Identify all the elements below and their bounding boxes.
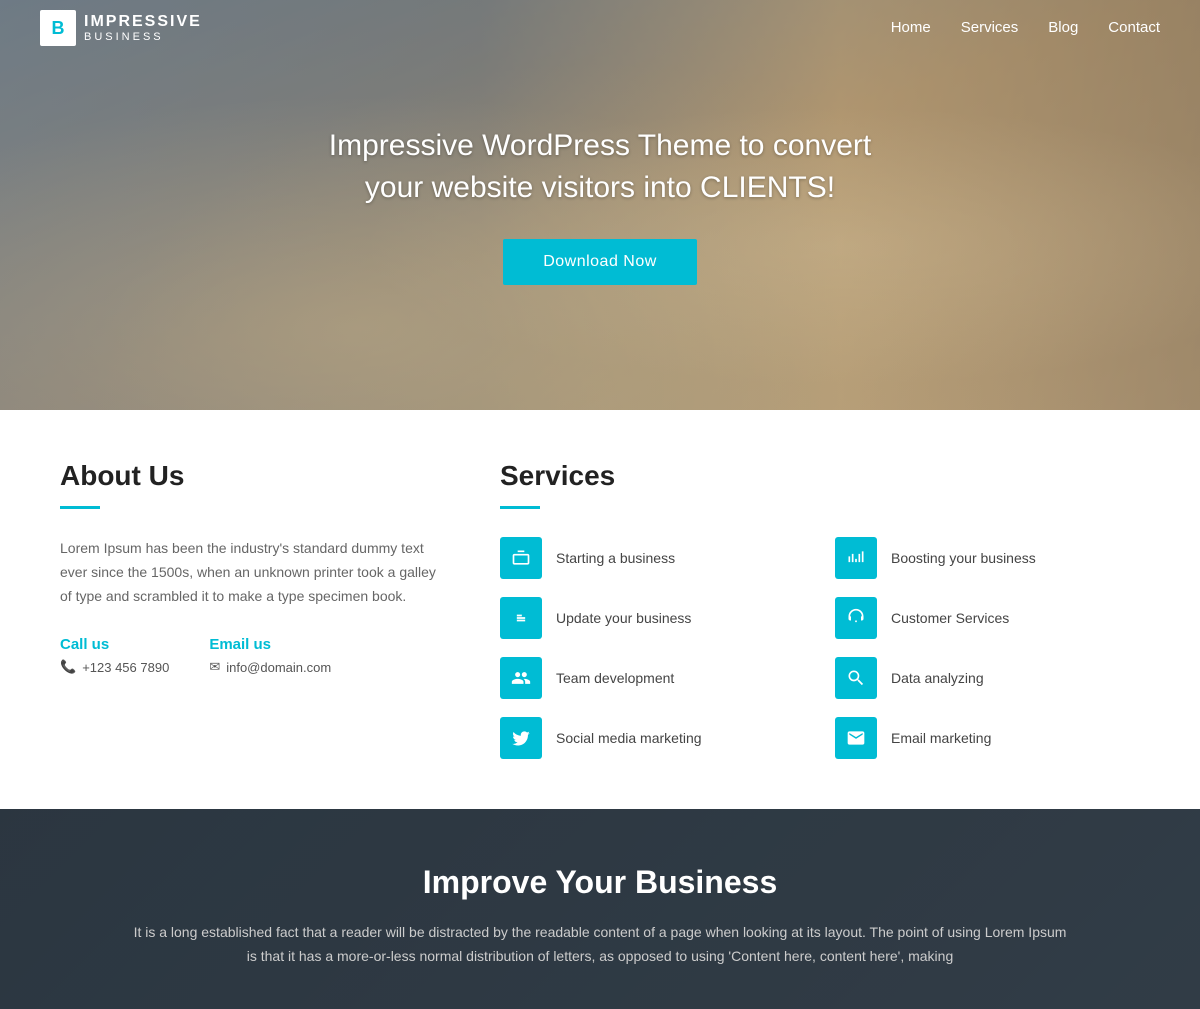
about-body: Lorem Ipsum has been the industry's stan… bbox=[60, 537, 440, 608]
call-block: Call us 📞 +123 456 7890 bbox=[60, 636, 169, 675]
email-block: Email us ✉ info@domain.com bbox=[209, 636, 331, 675]
cta-title: Improve Your Business bbox=[60, 864, 1140, 901]
services-title: Services bbox=[500, 460, 1140, 492]
services-column: Services Starting a business Boosting yo… bbox=[500, 460, 1140, 759]
logo-icon: B bbox=[40, 10, 76, 46]
email-detail: ✉ info@domain.com bbox=[209, 659, 331, 675]
logo: B IMPRESSIVE BUSINESS bbox=[40, 10, 202, 46]
services-underline bbox=[500, 506, 540, 509]
download-now-button[interactable]: Download Now bbox=[503, 239, 697, 285]
about-column: About Us Lorem Ipsum has been the indust… bbox=[60, 460, 440, 759]
logo-text: IMPRESSIVE BUSINESS bbox=[84, 13, 202, 43]
email-label[interactable]: Email us bbox=[209, 636, 331, 653]
service-label-starting: Starting a business bbox=[556, 550, 675, 566]
nav-home[interactable]: Home bbox=[891, 19, 931, 36]
nav-services[interactable]: Services bbox=[961, 19, 1019, 36]
main-nav: B IMPRESSIVE BUSINESS Home Services Blog… bbox=[0, 0, 1200, 56]
service-item-customer[interactable]: Customer Services bbox=[835, 597, 1140, 639]
service-icon-starting bbox=[500, 537, 542, 579]
service-icon-social bbox=[500, 717, 542, 759]
service-label-update: Update your business bbox=[556, 610, 691, 626]
service-icon-boosting bbox=[835, 537, 877, 579]
call-detail: 📞 +123 456 7890 bbox=[60, 659, 169, 675]
service-label-customer: Customer Services bbox=[891, 610, 1009, 626]
service-item-update[interactable]: Update your business bbox=[500, 597, 805, 639]
contact-row: Call us 📞 +123 456 7890 Email us ✉ info@… bbox=[60, 636, 440, 675]
envelope-icon: ✉ bbox=[209, 659, 220, 675]
about-underline bbox=[60, 506, 100, 509]
service-item-boosting[interactable]: Boosting your business bbox=[835, 537, 1140, 579]
hero-content: Impressive WordPress Theme to convert yo… bbox=[309, 105, 891, 305]
nav-contact[interactable]: Contact bbox=[1108, 19, 1160, 36]
call-label[interactable]: Call us bbox=[60, 636, 169, 653]
cta-text: It is a long established fact that a rea… bbox=[130, 921, 1070, 969]
hero-title: Impressive WordPress Theme to convert yo… bbox=[329, 125, 871, 209]
services-grid: Starting a business Boosting your busine… bbox=[500, 537, 1140, 759]
nav-blog[interactable]: Blog bbox=[1048, 19, 1078, 36]
nav-links: Home Services Blog Contact bbox=[891, 19, 1160, 37]
service-item-starting[interactable]: Starting a business bbox=[500, 537, 805, 579]
service-icon-update bbox=[500, 597, 542, 639]
content-section: About Us Lorem Ipsum has been the indust… bbox=[0, 410, 1200, 809]
service-label-team: Team development bbox=[556, 670, 674, 686]
service-icon-data bbox=[835, 657, 877, 699]
about-title: About Us bbox=[60, 460, 440, 492]
email-value: info@domain.com bbox=[226, 660, 331, 675]
hero-section: Impressive WordPress Theme to convert yo… bbox=[0, 0, 1200, 410]
phone-icon: 📞 bbox=[60, 659, 76, 675]
call-value: +123 456 7890 bbox=[82, 660, 169, 675]
service-icon-team bbox=[500, 657, 542, 699]
service-icon-email bbox=[835, 717, 877, 759]
service-item-email[interactable]: Email marketing bbox=[835, 717, 1140, 759]
service-label-boosting: Boosting your business bbox=[891, 550, 1036, 566]
service-item-team[interactable]: Team development bbox=[500, 657, 805, 699]
service-icon-customer bbox=[835, 597, 877, 639]
service-label-email: Email marketing bbox=[891, 730, 991, 746]
cta-section: Improve Your Business It is a long estab… bbox=[0, 809, 1200, 1009]
service-label-data: Data analyzing bbox=[891, 670, 984, 686]
service-label-social: Social media marketing bbox=[556, 730, 702, 746]
service-item-data[interactable]: Data analyzing bbox=[835, 657, 1140, 699]
service-item-social[interactable]: Social media marketing bbox=[500, 717, 805, 759]
